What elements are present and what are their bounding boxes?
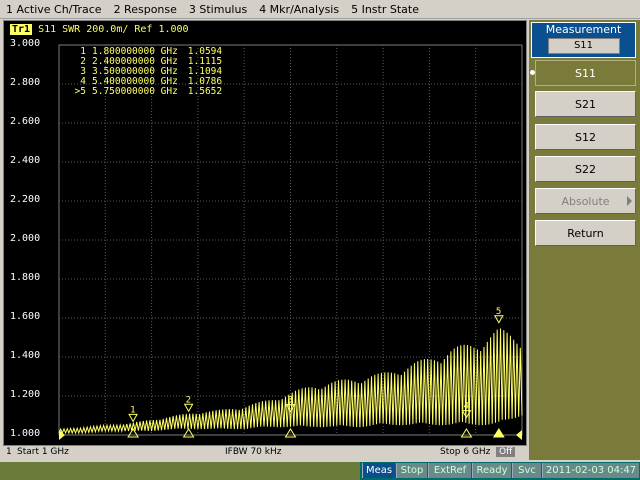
softkey-title: Measurement S11	[531, 22, 636, 58]
menu-mkr-analysis[interactable]: 4 Mkr/Analysis	[253, 3, 345, 16]
y-tick-label: 2.000	[10, 233, 41, 244]
softkey-label: S22	[575, 162, 596, 176]
menu-bar: 1 Active Ch/Trace 2 Response 3 Stimulus …	[0, 0, 640, 19]
marker-triangle	[128, 413, 138, 423]
marker-row: >5 5.750000000 GHz 1.5652	[66, 86, 223, 97]
channel-footer: 1 Start 1 GHz IFBW 70 kHz Stop 6 GHz Off	[3, 446, 527, 460]
menu-active-ch-trace[interactable]: 1 Active Ch/Trace	[0, 3, 108, 16]
submenu-arrow-icon	[627, 196, 632, 206]
ref-level-marker-right	[516, 430, 522, 440]
trace-header: Tr1 S11 SWR 200.0m/ Ref 1.000	[10, 24, 189, 35]
y-tick-label: 1.800	[10, 272, 41, 283]
y-tick-label: 1.000	[10, 428, 41, 439]
softkey-label: S21	[575, 97, 596, 111]
softkey-return[interactable]: Return	[535, 220, 636, 246]
marker-table: 1 1.800000000 GHz 1.0594 2 2.400000000 GHz 1.…	[66, 47, 223, 97]
softkey-label: Return	[567, 226, 604, 240]
trace-line	[58, 328, 523, 435]
y-tick-label: 1.200	[10, 389, 41, 400]
menu-response[interactable]: 2 Response	[108, 3, 183, 16]
softkey-s12[interactable]: S12	[535, 124, 636, 150]
trace-label: S11 SWR 200.0m/ Ref 1.000	[38, 24, 189, 35]
softkey-title-label: Measurement	[545, 23, 622, 36]
menu-instr-state[interactable]: 5 Instr State	[345, 3, 425, 16]
y-tick-label: 2.600	[10, 116, 41, 127]
stop-freq[interactable]: Stop 6 GHz	[440, 447, 490, 457]
softkey-title-value: S11	[547, 38, 620, 54]
marker-triangle	[493, 315, 504, 324]
marker-position-indicator	[460, 428, 473, 438]
marker-label: 2	[186, 395, 191, 405]
channel-number: 1	[6, 447, 12, 457]
marker-triangle	[183, 403, 194, 413]
off-indicator: Off	[496, 447, 516, 457]
softkey-label: S11	[575, 66, 596, 80]
marker-label: 5	[496, 307, 501, 317]
marker-freq: 5.750000000 GHz	[92, 86, 178, 97]
y-tick-label: 1.600	[10, 311, 41, 322]
softkey-s11[interactable]: S11	[530, 60, 636, 86]
status-meas: Meas	[362, 463, 395, 478]
ifbw[interactable]: IFBW 70 kHz	[225, 447, 281, 457]
softkey-label: S12	[575, 130, 596, 144]
menu-stimulus[interactable]: 3 Stimulus	[183, 3, 253, 16]
marker-position-indicator	[492, 428, 505, 438]
y-tick-label: 1.400	[10, 350, 41, 361]
softkey-absolute[interactable]: Absolute	[535, 188, 636, 214]
y-tick-label: 2.800	[10, 77, 41, 88]
status-stop: Stop	[396, 463, 427, 478]
y-tick-label: 3.000	[10, 38, 41, 49]
status-bar-left	[0, 462, 360, 480]
status-svc: Svc	[512, 463, 541, 478]
marker-label: 3	[288, 396, 293, 406]
status-datetime: 2011-02-03 04:47	[542, 463, 639, 478]
marker-position-indicator	[182, 428, 195, 438]
softkey-s21[interactable]: S21	[535, 91, 636, 117]
marker-position-indicator	[127, 428, 139, 438]
status-bar: Meas Stop ExtRef Ready Svc 2011-02-03 04…	[0, 462, 640, 480]
y-tick-label: 2.400	[10, 155, 41, 166]
status-extref: ExtRef	[428, 463, 471, 478]
y-tick-label: 2.200	[10, 194, 41, 205]
softkey-panel: Measurement S11 S11 S21 S12 S22 Absolute…	[529, 20, 640, 460]
radio-dot-icon	[530, 70, 535, 75]
status-ready: Ready	[472, 463, 511, 478]
marker-number: >5	[74, 86, 86, 97]
marker-label: 4	[463, 402, 468, 412]
start-freq[interactable]: Start 1 GHz	[17, 447, 69, 457]
marker-label: 1	[130, 405, 135, 415]
marker-value: 1.5652	[187, 86, 223, 97]
softkey-s22[interactable]: S22	[535, 156, 636, 182]
trace-display[interactable]: 1 2 3 4 5 Tr1 S11 SWR 200.0m/ Ref 1.000 1 1.8…	[3, 20, 527, 446]
trace-badge[interactable]: Tr1	[10, 24, 33, 35]
softkey-label: Absolute	[561, 194, 610, 208]
